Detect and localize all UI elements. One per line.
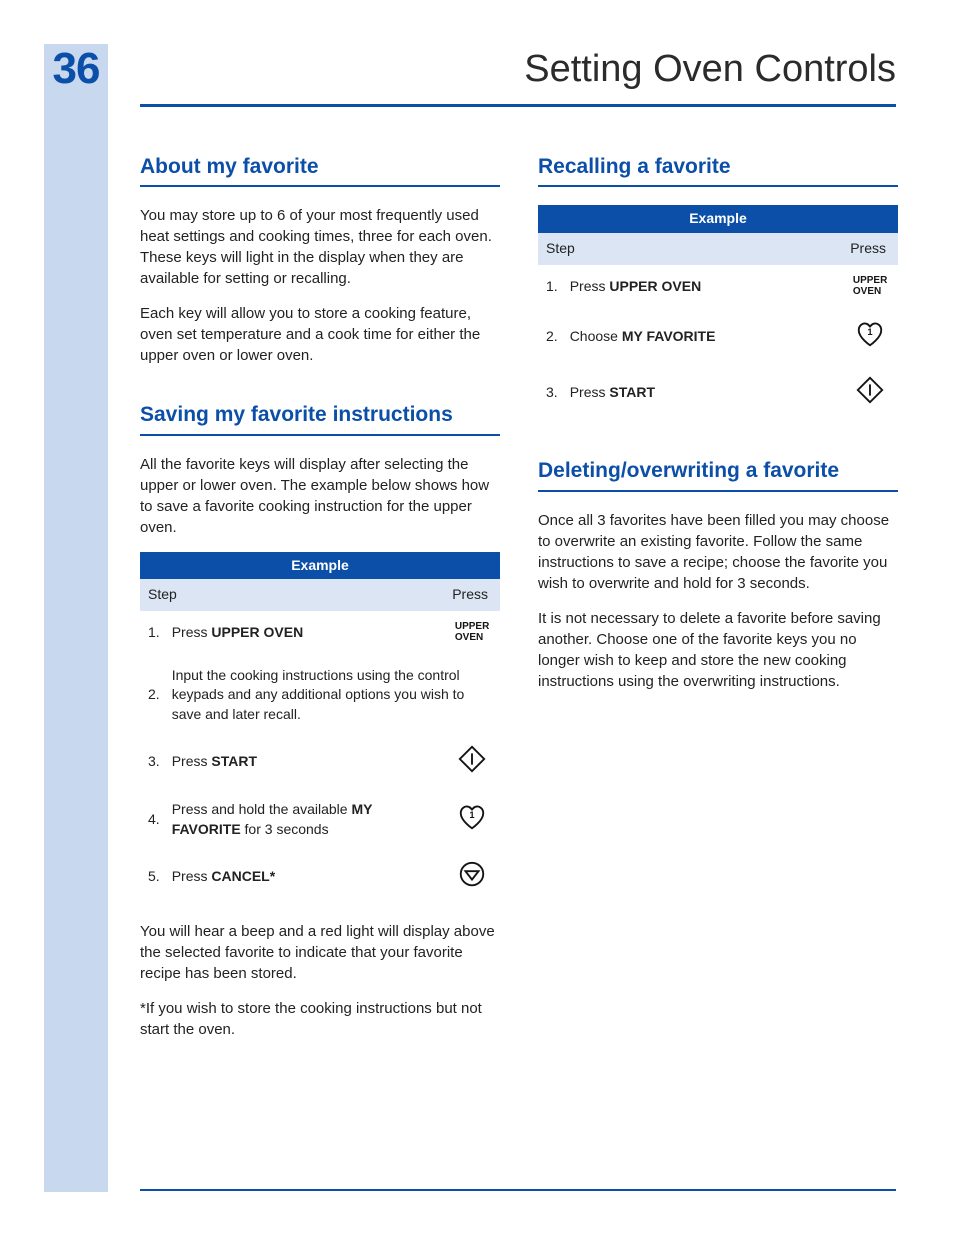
table-row: 1. Press UPPER OVEN UPPEROVEN: [538, 265, 898, 310]
table-row: 3. Press START: [538, 365, 898, 421]
about-paragraph-1: You may store up to 6 of your most frequ…: [140, 205, 500, 289]
recall-example-table: Example Step Press 1. Press UPPER OVEN U…: [538, 205, 898, 420]
delete-paragraph-1: Once all 3 favorites have been filled yo…: [538, 510, 898, 594]
page-title: Setting Oven Controls: [524, 48, 896, 91]
favorite-heart-icon: 1: [457, 802, 487, 832]
heading-recalling-favorite: Recalling a favorite: [538, 152, 898, 187]
table-row: 1. Press UPPER OVEN UPPEROVEN: [140, 611, 500, 656]
favorite-heart-icon: 1: [855, 319, 885, 349]
table-row: 2. Choose MY FAVORITE 1: [538, 309, 898, 365]
table-row: 2. Input the cooking instructions using …: [140, 656, 500, 735]
saving-after-2: *If you wish to store the cooking instru…: [140, 998, 500, 1040]
col-press: Press: [842, 233, 898, 265]
col-step: Step: [538, 233, 842, 265]
table-title: Example: [140, 552, 500, 580]
content-body: About my favorite You may store up to 6 …: [140, 152, 900, 1054]
svg-text:1: 1: [867, 327, 872, 337]
table-row: 3. Press START: [140, 734, 500, 790]
start-icon: [457, 744, 487, 774]
heading-saving-favorite: Saving my favorite instructions: [140, 400, 500, 435]
saving-intro: All the favorite keys will display after…: [140, 454, 500, 538]
bottom-rule: [140, 1189, 896, 1191]
upper-oven-icon: UPPEROVEN: [455, 621, 489, 643]
cancel-icon: [457, 859, 487, 889]
heading-deleting-favorite: Deleting/overwriting a favorite: [538, 456, 898, 491]
top-rule: [140, 104, 896, 107]
table-row: 4. Press and hold the available MY FAVOR…: [140, 790, 500, 849]
left-column: About my favorite You may store up to 6 …: [140, 152, 500, 1054]
page-sidebar: [44, 44, 108, 1192]
upper-oven-icon: UPPEROVEN: [853, 275, 887, 297]
table-row: 5. Press CANCEL*: [140, 849, 500, 905]
delete-paragraph-2: It is not necessary to delete a favorite…: [538, 608, 898, 692]
saving-after-1: You will hear a beep and a red light wil…: [140, 921, 500, 984]
table-title: Example: [538, 205, 898, 233]
svg-text:1: 1: [469, 810, 474, 820]
col-press: Press: [444, 579, 500, 611]
start-icon: [855, 375, 885, 405]
about-paragraph-2: Each key will allow you to store a cooki…: [140, 303, 500, 366]
col-step: Step: [140, 579, 444, 611]
page-number: 36: [44, 44, 108, 94]
heading-about-favorite: About my favorite: [140, 152, 500, 187]
right-column: Recalling a favorite Example Step Press …: [538, 152, 898, 1054]
saving-example-table: Example Step Press 1. Press UPPER OVEN U…: [140, 552, 500, 905]
